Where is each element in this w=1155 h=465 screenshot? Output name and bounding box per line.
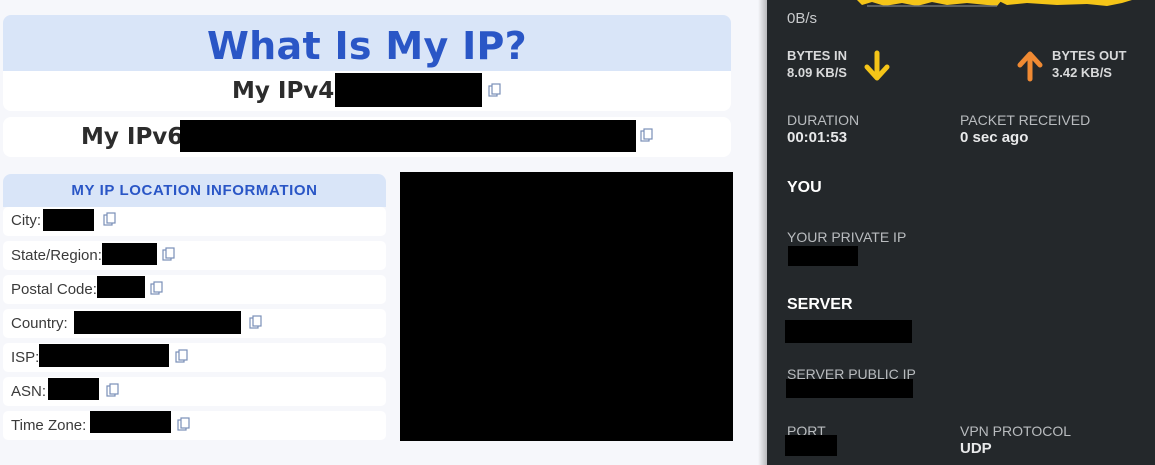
asn-label: ASN:	[11, 383, 47, 400]
speed-readout: 0B/s	[787, 10, 818, 27]
country-label: Country:	[11, 315, 68, 332]
city-value-redacted	[43, 209, 94, 231]
postal-value-redacted	[97, 276, 145, 298]
copy-icon[interactable]	[177, 417, 191, 431]
copy-icon[interactable]	[640, 128, 654, 142]
speed-graph	[767, 0, 1155, 8]
server-section-title: SERVER	[787, 296, 853, 313]
state-value-redacted	[102, 243, 157, 265]
vpn-status-panel: 0B/s BYTES IN 8.09 KB/S BYTES OUT 3.42 K…	[767, 0, 1155, 465]
arrow-down-icon	[864, 50, 890, 81]
packet-received-value: 0 sec ago	[960, 129, 1029, 146]
bytes-in-value: 8.09 KB/S	[787, 65, 847, 80]
vpn-protocol-value: UDP	[960, 440, 992, 457]
asn-value-redacted	[48, 378, 99, 400]
ipv6-value-redacted	[180, 120, 636, 152]
panel-shadow	[758, 0, 767, 465]
private-ip-label: YOUR PRIVATE IP	[787, 229, 907, 245]
city-label: City:	[11, 212, 41, 229]
server-name-redacted	[785, 320, 912, 343]
vpn-protocol-label: VPN PROTOCOL	[960, 423, 1071, 439]
copy-icon[interactable]	[106, 383, 120, 397]
state-label: State/Region:	[11, 247, 102, 264]
server-public-ip-redacted	[786, 379, 913, 398]
page-title: What Is My IP?	[206, 24, 528, 68]
timezone-label: Time Zone:	[11, 417, 87, 434]
ipv6-label: My IPv6:	[81, 124, 193, 150]
private-ip-redacted	[788, 246, 858, 266]
ipv4-label: My IPv4:	[232, 78, 344, 104]
timezone-value-redacted	[90, 411, 171, 433]
bytes-out-label: BYTES OUT	[1052, 48, 1127, 63]
duration-label: DURATION	[787, 112, 860, 128]
packet-received-label: PACKET RECEIVED	[960, 112, 1091, 128]
isp-label: ISP:	[11, 349, 40, 366]
copy-icon[interactable]	[488, 83, 502, 97]
postal-label: Postal Code:	[11, 281, 97, 298]
location-header: MY IP LOCATION INFORMATION	[71, 182, 318, 199]
copy-icon[interactable]	[103, 212, 117, 226]
duration-value: 00:01:53	[787, 129, 848, 146]
location-map-redacted	[400, 172, 733, 441]
bytes-out-value: 3.42 KB/S	[1052, 65, 1112, 80]
you-section-title: YOU	[787, 179, 822, 196]
isp-value-redacted	[39, 344, 169, 367]
bytes-in-label: BYTES IN	[787, 48, 847, 63]
copy-icon[interactable]	[162, 247, 176, 261]
port-value-redacted	[785, 435, 837, 456]
copy-icon[interactable]	[150, 281, 164, 295]
copy-icon[interactable]	[249, 315, 263, 329]
copy-icon[interactable]	[175, 349, 189, 363]
ipv4-value-redacted	[335, 73, 482, 107]
country-value-redacted	[74, 311, 241, 334]
arrow-up-icon	[1017, 51, 1043, 82]
